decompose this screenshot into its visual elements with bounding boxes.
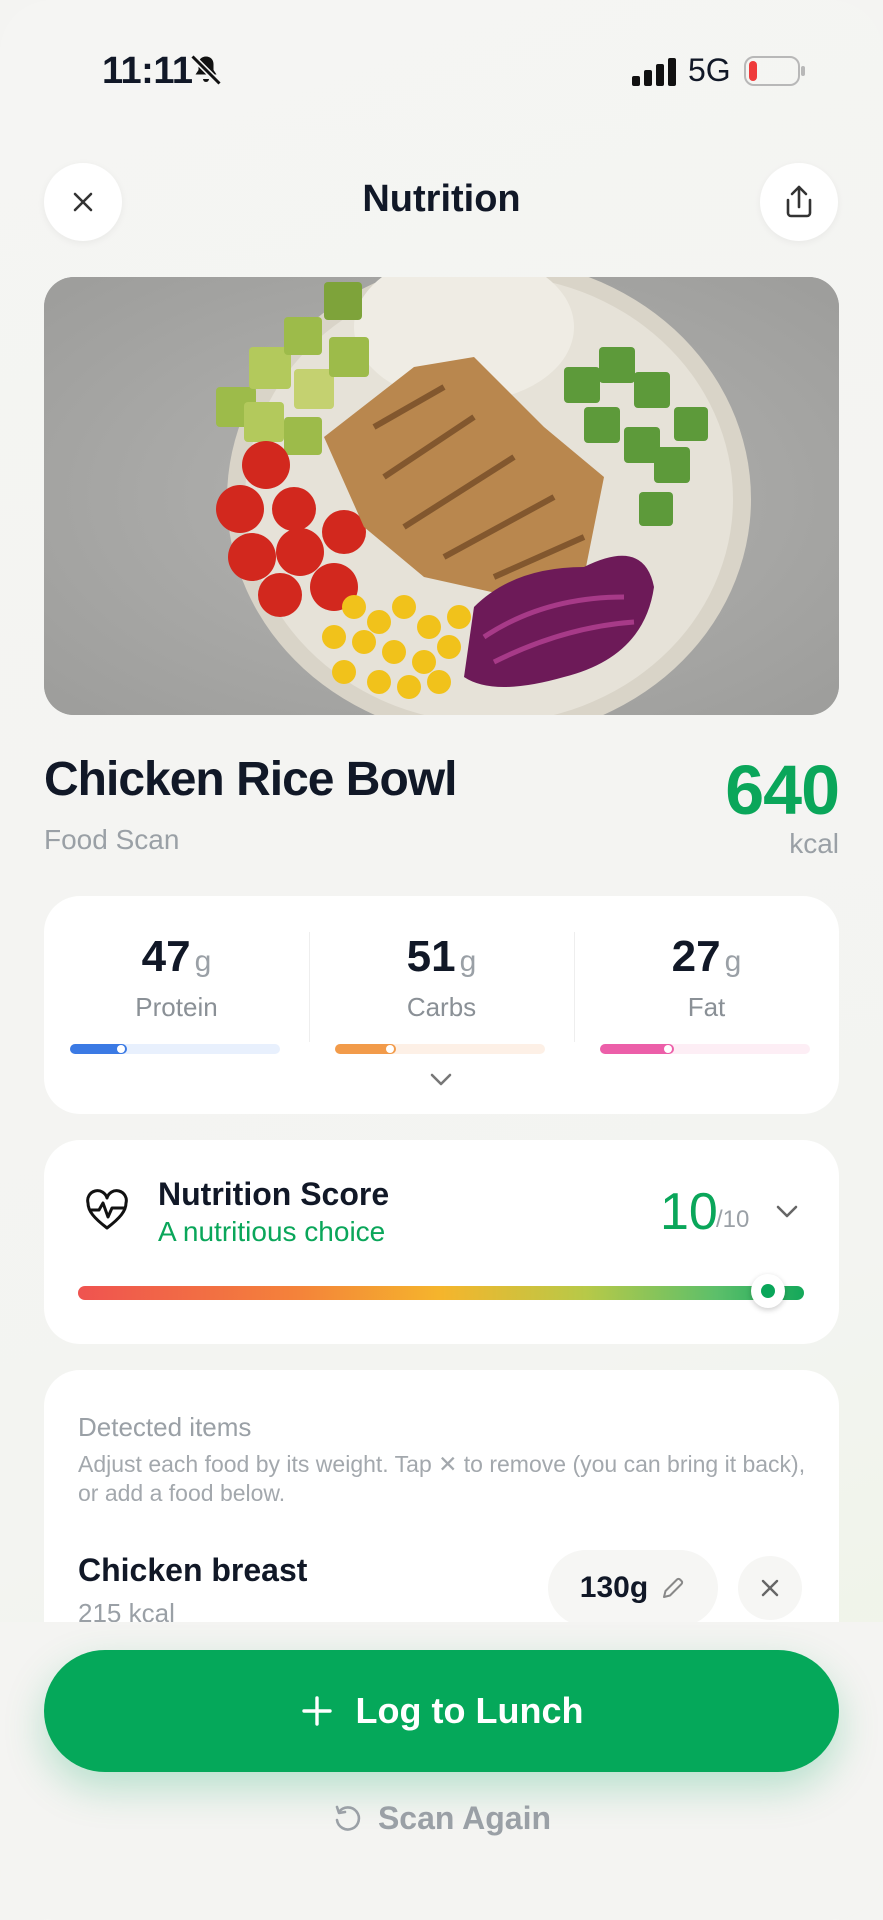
macro-label: Fat [687,992,726,1022]
item-weight: 130g [579,1571,649,1604]
nutrition-score-card[interactable]: Nutrition Score A nutritious choice 10 /… [44,1140,839,1344]
calorie-value: 640 [725,751,840,829]
macro-value: 47 [141,932,191,981]
score-title: Nutrition Score [158,1176,390,1212]
score-gradient-bar [78,1286,804,1300]
plus-icon [301,1696,332,1726]
food-name: Chicken Rice Bowl [44,753,457,806]
log-button-label: Log to Lunch [355,1690,584,1731]
macro-label: Carbs [406,992,477,1022]
macro-unit: g [724,945,742,978]
detected-items-help: Adjust each food by its weight. Tap ✕ to… [78,1451,806,1506]
macro-value: 51 [406,932,456,981]
chevron-down-icon[interactable] [425,1068,457,1092]
calorie-unit: kcal [789,828,839,859]
chevron-down-icon[interactable] [772,1200,802,1224]
macro-carbs: 51 g Carbs [309,896,574,1066]
share-button[interactable] [760,163,838,241]
food-photo [44,277,839,715]
macro-bar [335,1044,545,1054]
remove-item-button[interactable] [738,1556,802,1620]
app-screen: 11:11 5G Nutrition Chicken Rice Bowl Foo… [0,0,883,1920]
close-icon [761,1579,779,1597]
macro-bar [600,1044,810,1054]
status-time: 11:11 [102,50,193,92]
macro-unit: g [459,945,477,978]
share-icon [786,185,812,218]
signal-icon [632,58,676,86]
score-value: 10 [660,1183,718,1241]
macro-bar [70,1044,280,1054]
macro-protein: 47 g Protein [44,896,309,1066]
pencil-icon [663,1577,684,1598]
weight-edit-button[interactable]: 130g [548,1550,718,1626]
log-to-lunch-button[interactable]: Log to Lunch [44,1650,839,1772]
refresh-icon [335,1805,361,1831]
detected-items-title: Detected items [78,1412,252,1442]
heart-pulse-icon [86,1189,128,1230]
macro-value: 27 [671,932,721,981]
score-subtitle: A nutritious choice [158,1216,386,1247]
macro-label: Protein [135,992,218,1022]
macros-card[interactable]: 47 g Protein 51 g Carbs 27 g Fat [44,896,839,1114]
page-title: Nutrition [362,178,521,220]
scan-again-button[interactable]: Scan Again [0,1800,883,1837]
macro-fat: 27 g Fat [574,896,839,1066]
battery-icon [744,56,805,86]
chicken-rice-bowl-image [44,277,839,715]
network-label: 5G [688,52,731,88]
bell-muted-icon [190,54,222,86]
score-indicator [751,1274,785,1308]
score-max: /10 [716,1206,750,1233]
macro-unit: g [194,945,212,978]
item-name: Chicken breast [78,1552,308,1588]
food-source: Food Scan [44,824,180,855]
status-bar: 11:11 5G [0,0,883,140]
scan-again-label: Scan Again [377,1800,552,1836]
